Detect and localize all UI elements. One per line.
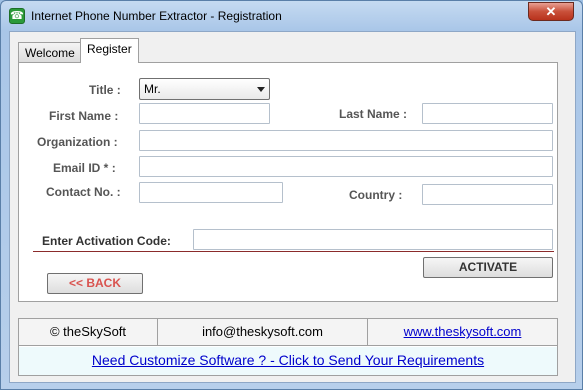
title-select-value: Mr.: [144, 82, 161, 96]
email-label: Email ID * :: [53, 161, 116, 175]
copyright-text: © theSkySoft: [49, 324, 127, 339]
app-window: ☎ Internet Phone Number Extractor - Regi…: [0, 0, 583, 390]
footer-info-row: © theSkySoft info@theskysoft.com www.the…: [19, 319, 557, 346]
register-panel: Title : Mr. First Name : Last Name : Org…: [18, 62, 558, 302]
contact-label: Contact No. :: [46, 185, 121, 199]
close-button[interactable]: ✕: [528, 2, 574, 21]
activate-button[interactable]: ACTIVATE: [423, 257, 553, 278]
last-name-label: Last Name :: [339, 107, 408, 121]
email-field[interactable]: [139, 156, 553, 177]
organization-field[interactable]: [139, 130, 553, 151]
title-bar[interactable]: ☎ Internet Phone Number Extractor - Regi…: [1, 1, 582, 31]
chevron-down-icon: [257, 87, 265, 92]
country-label: Country :: [349, 188, 403, 202]
phone-icon: ☎: [9, 8, 25, 24]
first-name-field[interactable]: [139, 103, 270, 124]
divider: [33, 251, 554, 252]
footer: © theSkySoft info@theskysoft.com www.the…: [18, 318, 558, 376]
contact-field[interactable]: [139, 182, 283, 203]
back-button[interactable]: << BACK: [47, 273, 143, 294]
website-link[interactable]: www.theskysoft.com: [367, 319, 557, 346]
activation-label: Enter Activation Code:: [42, 234, 171, 248]
country-field[interactable]: [422, 184, 553, 205]
contact-email: info@theskysoft.com: [157, 319, 367, 346]
title-label: Title :: [89, 83, 121, 97]
title-select[interactable]: Mr.: [139, 78, 270, 100]
window-title: Internet Phone Number Extractor - Regist…: [31, 9, 282, 23]
client-area: Welcome Register Title : Mr. First Name …: [9, 31, 576, 383]
customize-request-link[interactable]: Need Customize Software ? - Click to Sen…: [19, 347, 557, 375]
tab-register[interactable]: Register: [80, 38, 139, 63]
first-name-label: First Name :: [49, 109, 119, 123]
organization-label: Organization :: [37, 135, 118, 149]
last-name-field[interactable]: [422, 103, 553, 124]
tab-welcome[interactable]: Welcome: [18, 42, 82, 62]
activation-code-field[interactable]: [193, 229, 553, 250]
